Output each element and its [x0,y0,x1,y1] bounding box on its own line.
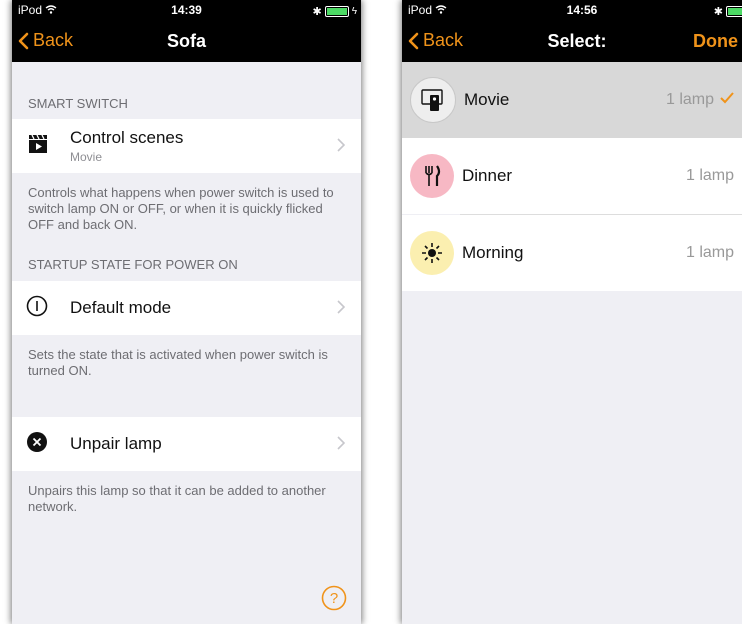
unpair-lamp-cell[interactable]: Unpair lamp [12,417,361,471]
chevron-right-icon [337,300,346,319]
default-mode-label: Default mode [70,298,172,317]
bluetooth-icon: ✱ [312,6,322,18]
close-circle-icon [26,431,48,458]
startup-footer: Sets the state that is activated when po… [28,347,328,378]
sun-icon [410,231,454,275]
svg-text:?: ? [330,590,338,607]
tv-remote-icon [410,77,456,123]
lamp-count-text: 1 lamp [685,167,734,184]
unpair-footer: Unpairs this lamp so that it can be adde… [28,483,326,514]
done-button[interactable]: Done [693,31,738,52]
battery-icon [726,6,742,17]
scene-lamp-count: 1 lamp [666,91,734,109]
page-title: Select: [547,31,607,51]
sofa-settings-screen: iPod 14:39 ✱ ϟ Back Sofa SMART SWITCH Co… [12,0,361,624]
scene-name: Morning [462,243,524,262]
status-bar: iPod 14:39 ✱ ϟ [12,0,361,20]
status-time: 14:56 [566,3,598,17]
navigation-bar: Back Select: Done [402,20,742,62]
page-title: Sofa [166,31,206,51]
control-scenes-cell[interactable]: Control scenes Movie [12,119,361,173]
status-time: 14:39 [171,3,202,17]
control-scenes-title: Control scenes [70,128,184,147]
scene-select-screen: iPod 14:56 ✱ Back Select: Done Movie 1 l… [402,0,742,624]
scene-row-movie[interactable]: Movie 1 lamp [402,62,742,138]
scene-name: Dinner [462,166,513,185]
chevron-right-icon [337,138,346,157]
smart-switch-footer: Controls what happens when power switch … [28,185,334,232]
bluetooth-icon: ✱ [713,6,723,18]
control-scenes-subtitle: Movie [70,150,103,164]
scene-row-morning[interactable]: Morning 1 lamp [402,215,742,291]
power-info-icon [26,295,48,322]
scene-lamp-count: 1 lamp [686,167,734,185]
top-bar: iPod 14:56 ✱ Back Select: Done [402,0,742,62]
charging-icon: ϟ [351,6,357,17]
scene-row-dinner[interactable]: Dinner 1 lamp [402,138,742,214]
top-bar: iPod 14:39 ✱ ϟ Back Sofa [12,0,361,62]
scene-name: Movie [464,90,510,109]
status-bar: iPod 14:56 ✱ [402,0,742,20]
clapperboard-icon [28,134,48,159]
chevron-right-icon [337,436,346,455]
battery-area: ✱ ϟ [312,5,357,18]
fork-knife-icon [410,154,454,198]
startup-state-header: STARTUP STATE FOR POWER ON [28,257,238,272]
battery-area: ✱ [714,5,742,18]
scene-lamp-count: 1 lamp [686,244,734,262]
default-mode-cell[interactable]: Default mode [12,281,361,335]
navigation-bar: Back Sofa [12,20,361,62]
unpair-lamp-label: Unpair lamp [70,434,162,453]
lamp-count-text: 1 lamp [685,244,734,261]
question-circle-icon[interactable]: ? [321,585,347,616]
battery-icon [324,6,349,17]
checkmark-icon [720,91,734,109]
smart-switch-header: SMART SWITCH [28,96,128,111]
lamp-count-text: 1 lamp [665,91,714,108]
